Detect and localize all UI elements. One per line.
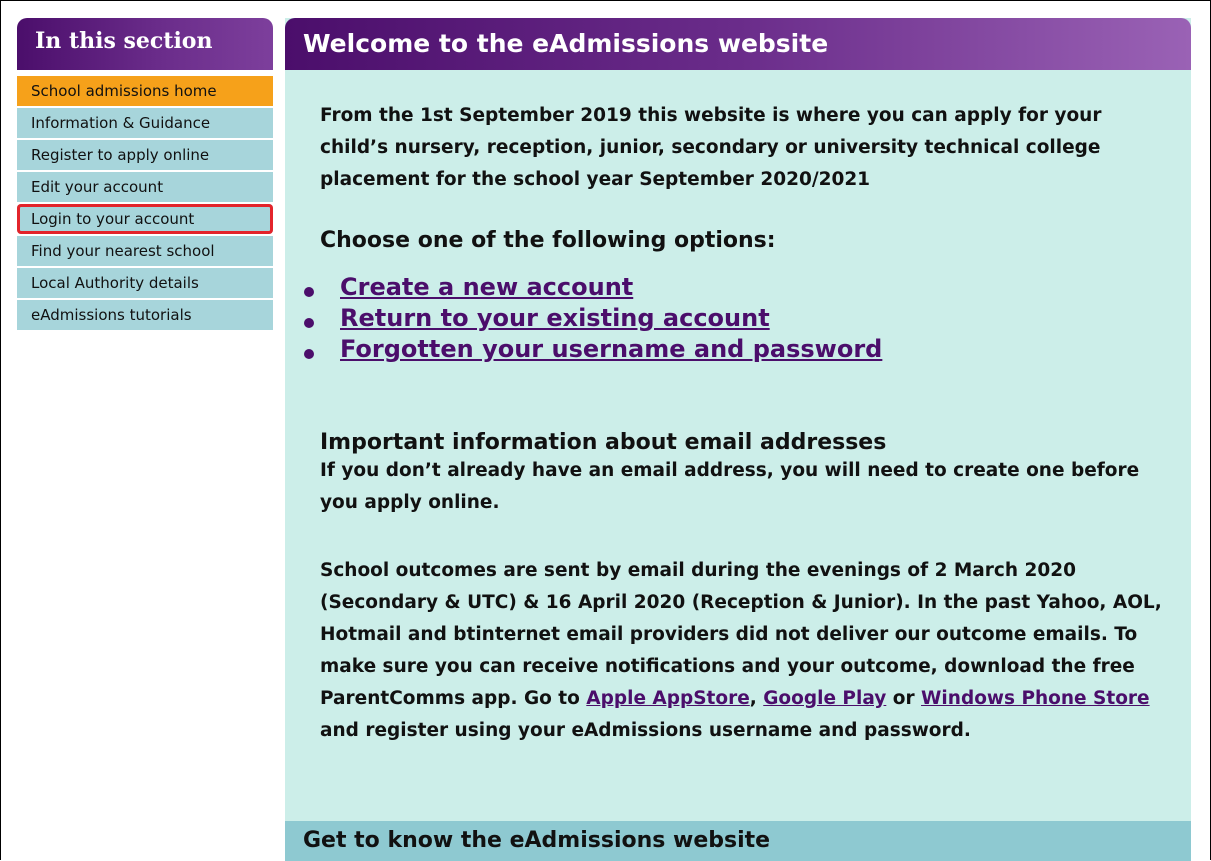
- option-item: Forgotten your username and password: [300, 335, 1170, 366]
- sidebar-item-edit-account[interactable]: Edit your account: [17, 172, 273, 202]
- options-heading: Choose one of the following options:: [320, 228, 776, 253]
- main-panel: Welcome to the eAdmissions website From …: [285, 18, 1191, 861]
- sidebar-item-login[interactable]: Login to your account: [17, 204, 273, 234]
- google-play-link[interactable]: Google Play: [763, 688, 886, 709]
- return-account-link[interactable]: Return to your existing account: [340, 304, 770, 332]
- sidebar-item-local-authority[interactable]: Local Authority details: [17, 268, 273, 298]
- page-title: Welcome to the eAdmissions website: [285, 18, 1191, 70]
- main-content: From the 1st September 2019 this website…: [304, 100, 1170, 747]
- intro-text: From the 1st September 2019 this website…: [320, 105, 1102, 190]
- sidebar-item-register[interactable]: Register to apply online: [17, 140, 273, 170]
- outcomes-text-end: and register using your eAdmissions user…: [320, 720, 971, 741]
- sidebar-item-information-guidance[interactable]: Information & Guidance: [17, 108, 273, 138]
- sidebar-title: In this section: [17, 18, 273, 70]
- separator-text: ,: [749, 688, 764, 709]
- email-note: If you don’t already have an email addre…: [320, 460, 1140, 513]
- outcomes-text: School outcomes are sent by email during…: [320, 560, 1162, 709]
- bullet-icon: [304, 349, 314, 359]
- windows-phone-store-link[interactable]: Windows Phone Store: [921, 688, 1150, 709]
- separator-text: or: [886, 688, 922, 709]
- bullet-icon: [304, 318, 314, 328]
- important-heading: Important information about email addres…: [320, 430, 887, 455]
- bullet-icon: [304, 287, 314, 297]
- apple-appstore-link[interactable]: Apple AppStore: [586, 688, 749, 709]
- create-account-link[interactable]: Create a new account: [340, 273, 633, 301]
- sidebar-item-find-school[interactable]: Find your nearest school: [17, 236, 273, 266]
- sidebar: In this section School admissions home I…: [17, 18, 273, 330]
- section-heading-bar: Get to know the eAdmissions website: [285, 821, 1191, 861]
- sidebar-item-tutorials[interactable]: eAdmissions tutorials: [17, 300, 273, 330]
- outcomes-paragraph: School outcomes are sent by email during…: [320, 555, 1170, 747]
- option-item: Create a new account: [300, 273, 1170, 304]
- option-item: Return to your existing account: [300, 304, 1170, 335]
- sidebar-item-school-admissions-home[interactable]: School admissions home: [17, 76, 273, 106]
- options-list: Create a new account Return to your exis…: [300, 273, 1170, 366]
- forgotten-credentials-link[interactable]: Forgotten your username and password: [340, 335, 882, 363]
